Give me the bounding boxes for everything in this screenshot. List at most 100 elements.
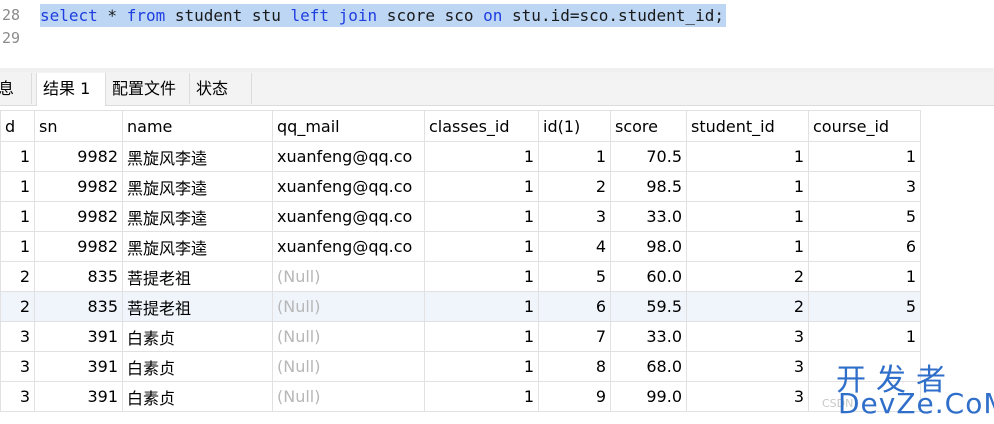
column-header-student-id[interactable]: student_id [686, 110, 809, 142]
cell-name[interactable]: 黑旋风李逵 [122, 141, 273, 172]
cell-classes-id[interactable]: 1 [424, 261, 539, 292]
column-header-d[interactable]: d [0, 110, 35, 142]
cell-name[interactable]: 黑旋风李逵 [122, 231, 273, 262]
column-header-score[interactable]: score [610, 110, 687, 142]
cell-course-id[interactable]: 1 [808, 261, 921, 292]
cell-id-1-[interactable]: 1 [538, 141, 611, 172]
table-row[interactable]: 1 9982 黑旋风李逵 xuanfeng@qq.co 1 2 98.5 1 3 [0, 171, 921, 202]
table-row[interactable]: 3 391 白素贞 (Null) 1 9 99.0 3 [0, 381, 921, 412]
cell-score[interactable]: 33.0 [610, 321, 687, 352]
cell-classes-id[interactable]: 1 [424, 171, 539, 202]
cell-sn[interactable]: 9982 [34, 141, 123, 172]
cell-sn[interactable]: 391 [34, 381, 123, 412]
cell-course-id[interactable]: 3 [808, 171, 921, 202]
cell-sn[interactable]: 9982 [34, 201, 123, 232]
cell-student-id[interactable]: 1 [686, 201, 809, 232]
cell-score[interactable]: 99.0 [610, 381, 687, 412]
cell-score[interactable]: 60.0 [610, 261, 687, 292]
cell-classes-id[interactable]: 1 [424, 291, 539, 322]
cell-student-id[interactable]: 1 [686, 231, 809, 262]
cell-sn[interactable]: 9982 [34, 171, 123, 202]
cell-name[interactable]: 白素贞 [122, 351, 273, 382]
cell-classes-id[interactable]: 1 [424, 141, 539, 172]
cell-sn[interactable]: 391 [34, 321, 123, 352]
editor-line[interactable]: 28 select * from student stu left join s… [0, 4, 994, 27]
cell-d[interactable]: 3 [0, 351, 35, 382]
cell-sn[interactable]: 9982 [34, 231, 123, 262]
cell-student-id[interactable]: 1 [686, 141, 809, 172]
cell-classes-id[interactable]: 1 [424, 321, 539, 352]
tab-result-1[interactable]: 结果 1 [36, 73, 106, 106]
cell-score[interactable]: 98.0 [610, 231, 687, 262]
table-row[interactable]: 3 391 白素贞 (Null) 1 7 33.0 3 1 [0, 321, 921, 352]
cell-qq-mail[interactable]: (Null) [272, 261, 425, 292]
cell-qq-mail[interactable]: (Null) [272, 291, 425, 322]
sql-editor[interactable]: 28 select * from student stu left join s… [0, 0, 994, 68]
cell-qq-mail[interactable]: xuanfeng@qq.co [272, 171, 425, 202]
cell-name[interactable]: 黑旋风李逵 [122, 171, 273, 202]
table-row[interactable]: 1 9982 黑旋风李逵 xuanfeng@qq.co 1 3 33.0 1 5 [0, 201, 921, 232]
cell-d[interactable]: 1 [0, 141, 35, 172]
tab-message[interactable]: 息 [0, 73, 32, 104]
cell-classes-id[interactable]: 1 [424, 381, 539, 412]
cell-score[interactable]: 70.5 [610, 141, 687, 172]
cell-classes-id[interactable]: 1 [424, 231, 539, 262]
cell-name[interactable]: 菩提老祖 [122, 261, 273, 292]
cell-d[interactable]: 2 [0, 291, 35, 322]
cell-score[interactable]: 68.0 [610, 351, 687, 382]
cell-d[interactable]: 3 [0, 381, 35, 412]
cell-d[interactable]: 2 [0, 261, 35, 292]
cell-score[interactable]: 59.5 [610, 291, 687, 322]
cell-d[interactable]: 1 [0, 231, 35, 262]
cell-d[interactable]: 1 [0, 171, 35, 202]
cell-qq-mail[interactable]: xuanfeng@qq.co [272, 231, 425, 262]
column-header-qq-mail[interactable]: qq_mail [272, 110, 425, 142]
cell-score[interactable]: 98.5 [610, 171, 687, 202]
cell-sn[interactable]: 835 [34, 261, 123, 292]
cell-student-id[interactable]: 2 [686, 291, 809, 322]
cell-name[interactable]: 白素贞 [122, 321, 273, 352]
cell-id-1-[interactable]: 8 [538, 351, 611, 382]
cell-qq-mail[interactable]: (Null) [272, 351, 425, 382]
cell-id-1-[interactable]: 6 [538, 291, 611, 322]
cell-id-1-[interactable]: 2 [538, 171, 611, 202]
column-header-course-id[interactable]: course_id [808, 110, 921, 142]
cell-student-id[interactable]: 3 [686, 321, 809, 352]
cell-student-id[interactable]: 2 [686, 261, 809, 292]
cell-id-1-[interactable]: 7 [538, 321, 611, 352]
editor-line[interactable]: 29 [0, 27, 994, 50]
cell-qq-mail[interactable]: (Null) [272, 381, 425, 412]
cell-student-id[interactable]: 3 [686, 381, 809, 412]
cell-qq-mail[interactable]: xuanfeng@qq.co [272, 201, 425, 232]
cell-id-1-[interactable]: 5 [538, 261, 611, 292]
cell-id-1-[interactable]: 3 [538, 201, 611, 232]
cell-id-1-[interactable]: 9 [538, 381, 611, 412]
tab-status[interactable]: 状态 [190, 73, 252, 104]
table-row[interactable]: 1 9982 黑旋风李逵 xuanfeng@qq.co 1 4 98.0 1 6 [0, 231, 921, 262]
cell-d[interactable]: 1 [0, 201, 35, 232]
column-header-classes-id[interactable]: classes_id [424, 110, 539, 142]
table-row[interactable]: 1 9982 黑旋风李逵 xuanfeng@qq.co 1 1 70.5 1 1 [0, 141, 921, 172]
sql-query-text[interactable]: select * from student stu left join scor… [40, 4, 726, 27]
cell-course-id[interactable]: 6 [808, 231, 921, 262]
cell-sn[interactable]: 391 [34, 351, 123, 382]
column-header-sn[interactable]: sn [34, 110, 123, 142]
cell-course-id[interactable]: 1 [808, 141, 921, 172]
cell-name[interactable]: 黑旋风李逵 [122, 201, 273, 232]
cell-classes-id[interactable]: 1 [424, 351, 539, 382]
cell-name[interactable]: 白素贞 [122, 381, 273, 412]
table-row[interactable]: 2 835 菩提老祖 (Null) 1 6 59.5 2 5 [0, 291, 921, 322]
cell-qq-mail[interactable]: (Null) [272, 321, 425, 352]
cell-d[interactable]: 3 [0, 321, 35, 352]
cell-classes-id[interactable]: 1 [424, 201, 539, 232]
cell-course-id[interactable]: 5 [808, 201, 921, 232]
tab-profile[interactable]: 配置文件 [106, 73, 190, 104]
cell-course-id[interactable]: 5 [808, 291, 921, 322]
cell-course-id[interactable]: 1 [808, 321, 921, 352]
cell-qq-mail[interactable]: xuanfeng@qq.co [272, 141, 425, 172]
result-grid[interactable]: d sn name qq_mail classes_id id(1) score studen… [0, 110, 921, 412]
table-row[interactable]: 3 391 白素贞 (Null) 1 8 68.0 3 [0, 351, 921, 382]
cell-student-id[interactable]: 1 [686, 171, 809, 202]
cell-sn[interactable]: 835 [34, 291, 123, 322]
cell-student-id[interactable]: 3 [686, 351, 809, 382]
